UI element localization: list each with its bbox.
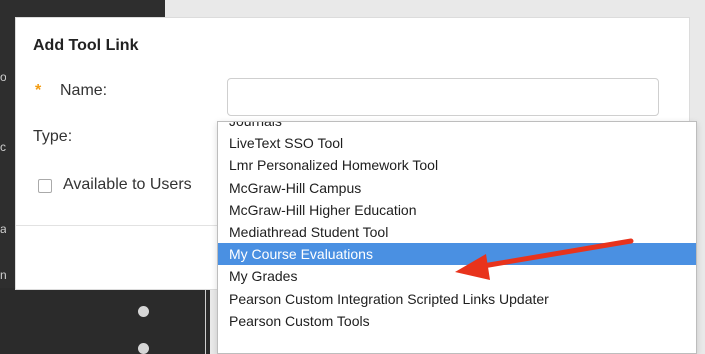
background-circle-icon xyxy=(138,343,149,354)
dropdown-option-mcgraw-hill-campus[interactable]: McGraw-Hill Campus xyxy=(218,177,696,199)
background-circle-icon xyxy=(138,306,149,317)
available-to-users-checkbox[interactable] xyxy=(38,179,52,193)
dropdown-option-mcgraw-hill-higher-education[interactable]: McGraw-Hill Higher Education xyxy=(218,199,696,221)
sidebar-edge-text: a xyxy=(0,222,6,236)
modal-divider xyxy=(16,225,226,226)
dropdown-option-my-course-evaluations[interactable]: My Course Evaluations xyxy=(218,243,696,266)
background-grid-line xyxy=(205,288,206,354)
modal-title: Add Tool Link xyxy=(33,37,139,54)
sidebar-edge-text: n xyxy=(0,268,6,282)
sidebar-edge-text: o xyxy=(0,70,6,84)
dropdown-option-journals[interactable]: Journals xyxy=(218,122,696,132)
dropdown-option-livetext-sso-tool[interactable]: LiveText SSO Tool xyxy=(218,132,696,154)
dropdown-option-mediathread-student-tool[interactable]: Mediathread Student Tool xyxy=(218,221,696,243)
type-dropdown-list[interactable]: Journals LiveText SSO Tool Lmr Personali… xyxy=(217,121,697,354)
name-input[interactable] xyxy=(227,78,659,116)
dropdown-option-pearson-custom-integration-scripted-links-updater[interactable]: Pearson Custom Integration Scripted Link… xyxy=(218,288,696,310)
sidebar-edge-text: c xyxy=(0,140,6,154)
dropdown-option-pearson-custom-tools[interactable]: Pearson Custom Tools xyxy=(218,310,696,332)
dropdown-option-lmr-personalized-homework-tool[interactable]: Lmr Personalized Homework Tool xyxy=(218,154,696,176)
background-bottom-panel xyxy=(0,288,210,354)
required-marker-icon: * xyxy=(35,82,42,99)
name-label: Name: xyxy=(60,82,108,99)
dropdown-option-my-grades[interactable]: My Grades xyxy=(218,265,696,287)
available-to-users-label: Available to Users xyxy=(63,176,192,193)
type-label: Type: xyxy=(33,128,73,145)
